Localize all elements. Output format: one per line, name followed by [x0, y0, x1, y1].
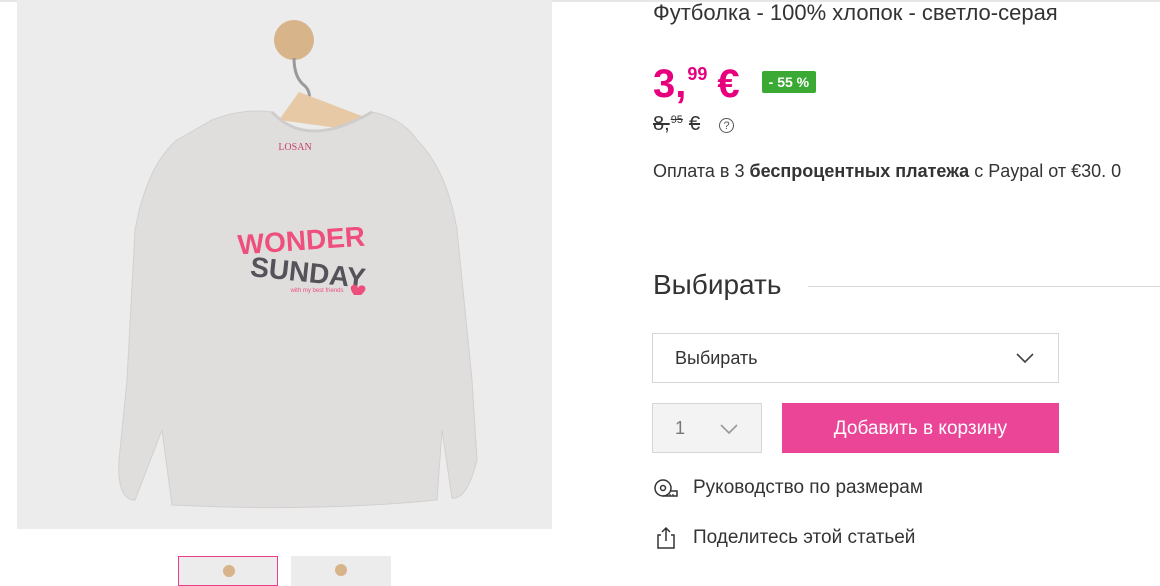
size-guide-link[interactable]: Руководство по размерам — [653, 475, 923, 501]
quantity-value: 1 — [675, 418, 686, 438]
thumbnail-1[interactable] — [178, 556, 278, 586]
size-guide-label: Руководство по размерам — [693, 477, 923, 498]
add-to-cart-button[interactable]: Добавить в корзину — [782, 403, 1059, 453]
thumbnail-2-image — [335, 564, 347, 576]
size-select[interactable]: Выбирать — [652, 333, 1059, 383]
old-price-decimal: 95 — [670, 114, 683, 126]
print-tagline: with my best friends — [289, 288, 343, 294]
hanger-knob — [274, 20, 314, 60]
shirt-body — [118, 110, 478, 509]
share-link[interactable]: Поделитесь этой статьей — [653, 525, 915, 551]
size-select-value: Выбирать — [675, 348, 758, 368]
share-icon — [657, 526, 675, 549]
current-price: 3 , 99 € - 55 % — [653, 62, 817, 106]
price-currency: € — [717, 62, 740, 106]
product-main-image[interactable]: LOSAN WONDER SUNDAY with my best friends — [17, 0, 552, 529]
chevron-down-icon — [720, 424, 738, 435]
old-price-currency: € — [688, 113, 701, 135]
paypal-suffix: с Paypal от €30. 0 — [969, 161, 1122, 181]
old-price-integer: 8, — [653, 113, 670, 135]
quantity-select[interactable]: 1 — [652, 403, 762, 453]
choose-heading: Выбирать — [653, 269, 782, 300]
price-comma: , — [675, 62, 687, 106]
measuring-tape-icon — [654, 479, 678, 497]
share-label: Поделитесь этой статьей — [693, 527, 916, 548]
brand-tag-text: LOSAN — [278, 142, 311, 153]
product-title: Футболка - 100% хлопок - светло-серая — [653, 0, 1058, 25]
thumbnail-2[interactable] — [291, 556, 391, 586]
paypal-installments: Оплата в 3 беспроцентных платежа с Paypa… — [653, 161, 1121, 182]
chevron-down-icon — [1016, 353, 1034, 364]
discount-badge: - 55 % — [761, 71, 817, 93]
shirt-illustration: LOSAN WONDER SUNDAY with my best friends — [118, 20, 478, 509]
thumbnail-1-image — [223, 565, 235, 577]
price-integer: 3 — [653, 62, 676, 106]
price-decimal: 99 — [687, 64, 708, 84]
question-icon[interactable]: ? — [719, 118, 734, 133]
heading-divider — [808, 286, 1160, 287]
old-price: 8, 95 € — [653, 113, 700, 136]
paypal-bold: беспроцентных платежа — [749, 161, 970, 181]
paypal-prefix: Оплата в 3 — [653, 161, 750, 181]
